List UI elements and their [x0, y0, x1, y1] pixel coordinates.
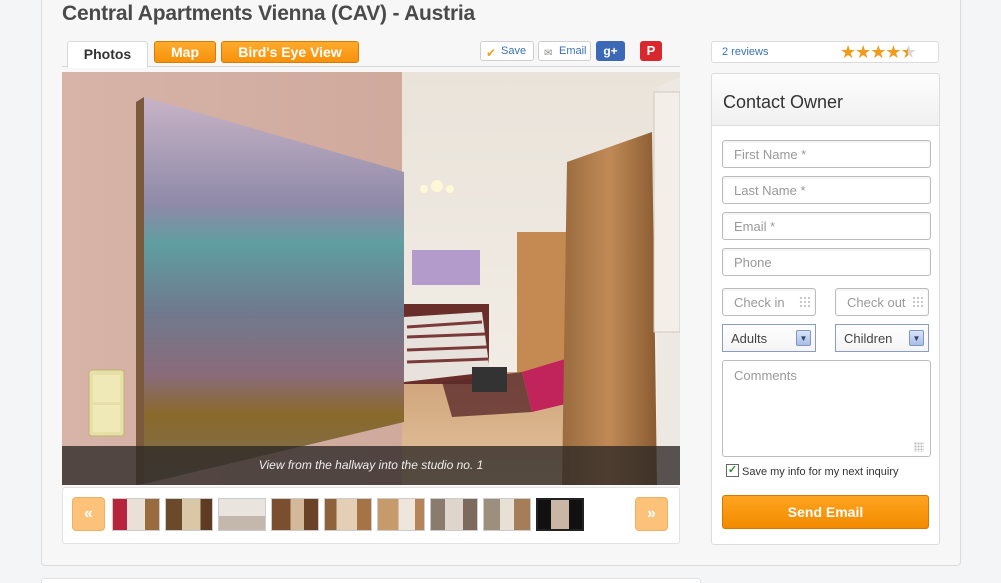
- save-label: Save: [501, 45, 527, 57]
- children-select[interactable]: Children ▼: [835, 324, 929, 352]
- star-icon: ★: [870, 42, 886, 62]
- thumbnail[interactable]: [483, 498, 531, 531]
- chevron-down-icon[interactable]: ▼: [909, 330, 924, 346]
- contact-header: Contact Owner: [712, 74, 939, 126]
- photo-caption: View from the hallway into the studio no…: [62, 446, 680, 485]
- calendar-icon[interactable]: [912, 296, 924, 308]
- save-info-label: Save my info for my next inquiry: [742, 466, 899, 478]
- next-photo-button[interactable]: »: [635, 497, 668, 531]
- thumbnail[interactable]: [112, 498, 160, 531]
- pinterest-icon[interactable]: P: [640, 41, 662, 61]
- tab-photos[interactable]: Photos: [67, 41, 148, 68]
- first-name-field[interactable]: First Name *: [722, 140, 931, 168]
- check-out-field[interactable]: Check out: [835, 288, 929, 316]
- star-rating: ★★★★★: [840, 42, 917, 62]
- phone-field[interactable]: Phone: [722, 248, 931, 276]
- page-title: Central Apartments Vienna (CAV) - Austri…: [62, 2, 476, 25]
- thumbnail[interactable]: [324, 498, 372, 531]
- chevron-down-icon[interactable]: ▼: [796, 330, 811, 346]
- save-info-checkbox[interactable]: ✓: [726, 464, 739, 477]
- google-plus-icon[interactable]: g+: [596, 41, 625, 61]
- next-section-card: [41, 578, 701, 583]
- main-photo[interactable]: [62, 72, 680, 485]
- thumbnail[interactable]: [218, 498, 266, 531]
- mail-icon: ✉: [544, 48, 553, 59]
- contact-title: Contact Owner: [723, 92, 844, 112]
- comments-textarea[interactable]: Comments: [722, 360, 931, 457]
- reviews-box: 2 reviews ★★★★★: [711, 41, 939, 63]
- check-in-field[interactable]: Check in: [722, 288, 816, 316]
- save-button[interactable]: ✔ Save: [480, 41, 534, 61]
- check-in-placeholder: Check in: [734, 295, 785, 310]
- adults-select[interactable]: Adults ▼: [722, 324, 816, 352]
- thumbnail[interactable]: [430, 498, 478, 531]
- tab-map[interactable]: Map: [154, 41, 216, 63]
- last-name-field[interactable]: Last Name *: [722, 176, 931, 204]
- thumbnail-active[interactable]: [536, 498, 584, 531]
- thumbnail[interactable]: [271, 498, 319, 531]
- resize-grip-icon[interactable]: [914, 442, 924, 452]
- check-out-placeholder: Check out: [847, 295, 906, 310]
- room-photo-image: [62, 72, 680, 485]
- email-field[interactable]: Email *: [722, 212, 931, 240]
- thumbnail[interactable]: [377, 498, 425, 531]
- thumbnail[interactable]: [165, 498, 213, 531]
- reviews-link[interactable]: 2 reviews: [722, 46, 768, 58]
- star-icon: ★: [855, 42, 871, 62]
- comments-placeholder: Comments: [734, 368, 797, 383]
- adults-value: Adults: [731, 331, 768, 346]
- email-label: Email: [559, 45, 587, 57]
- email-button[interactable]: ✉ Email: [538, 41, 591, 61]
- tab-birds-eye-view[interactable]: Bird's Eye View: [221, 41, 359, 63]
- send-email-button[interactable]: Send Email: [722, 495, 929, 529]
- calendar-icon[interactable]: [799, 296, 811, 308]
- star-icon: ★: [885, 42, 901, 62]
- tab-divider: [62, 66, 680, 67]
- previous-photo-button[interactable]: «: [72, 497, 105, 531]
- half-star-icon: ★: [901, 42, 917, 62]
- children-value: Children: [844, 331, 893, 346]
- star-icon: ★: [840, 42, 856, 62]
- check-icon: ✔: [486, 46, 497, 60]
